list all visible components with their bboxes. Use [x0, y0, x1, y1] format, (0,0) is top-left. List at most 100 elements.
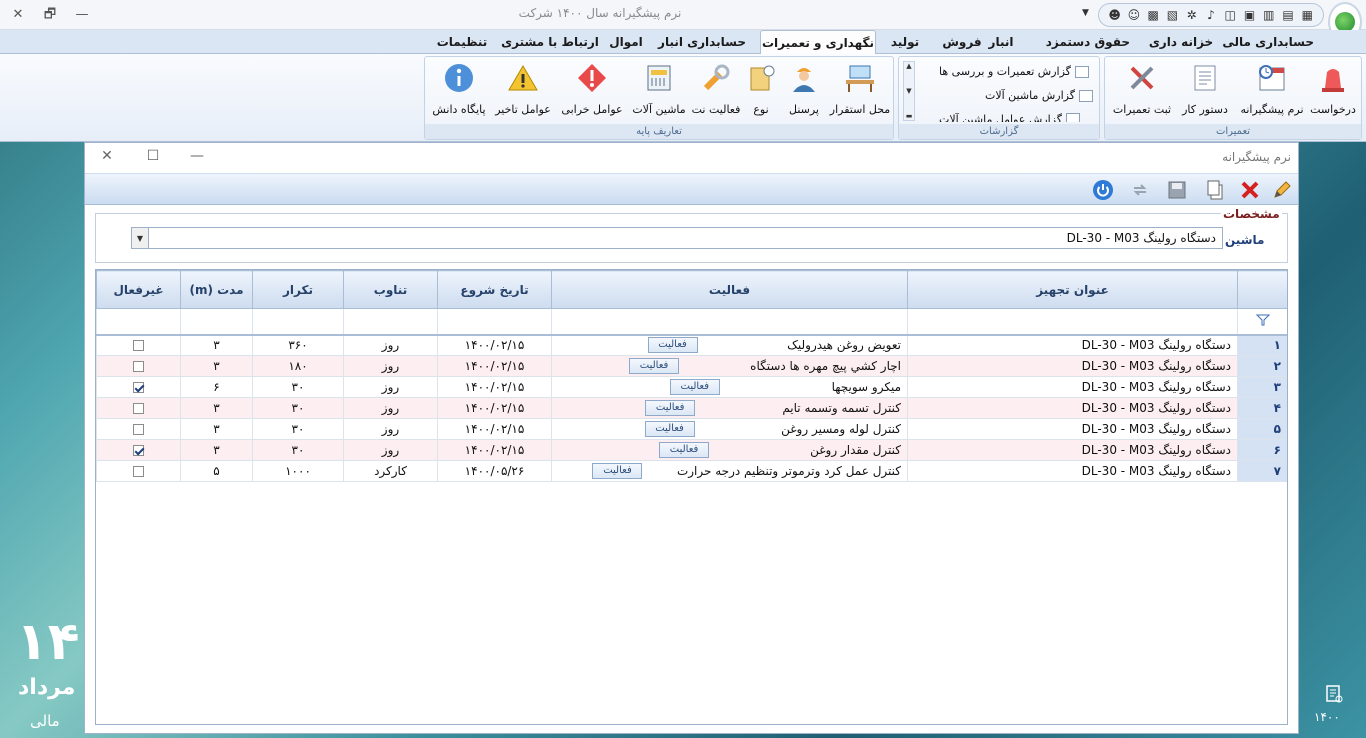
user-key-icon[interactable]: ☻: [1106, 6, 1124, 24]
location-button[interactable]: محل استقرار: [829, 61, 891, 123]
filter-cell[interactable]: [96, 308, 181, 336]
report-machine-factors-link[interactable]: گزارش عوامل ماشین آلات: [939, 113, 1080, 122]
copy-button[interactable]: [1203, 178, 1227, 202]
filter-icon[interactable]: [1237, 308, 1287, 336]
settings-icon[interactable]: ✲: [1183, 6, 1201, 24]
row-index: ۵: [1237, 418, 1287, 440]
tab-assets[interactable]: اموال: [604, 30, 648, 54]
column-header-start-date[interactable]: تاریخ شروع: [437, 270, 552, 309]
delay-factors-button[interactable]: عوامل تاخیر: [491, 61, 555, 123]
table-row[interactable]: ۱ دستگاه رولینگ DL-30 - M03 تعویض روغن هید…: [96, 334, 1287, 356]
personnel-button[interactable]: پرسنل: [781, 61, 827, 123]
maintenance-activity-button[interactable]: فعالیت نت: [691, 61, 741, 123]
tab-treasury[interactable]: خزانه داری: [1140, 30, 1222, 54]
table-row[interactable]: ۷ دستگاه رولینگ DL-30 - M03 کنترل عمل کرد …: [96, 460, 1287, 482]
activity-button[interactable]: فعالیت: [659, 442, 710, 458]
contact-icon[interactable]: ◫: [1221, 6, 1239, 24]
card-icon[interactable]: ▧: [1163, 6, 1181, 24]
activity-button[interactable]: فعالیت: [669, 379, 720, 395]
row-index: ۳: [1237, 376, 1287, 398]
activity-button[interactable]: فعالیت: [592, 463, 643, 479]
table-row[interactable]: ۲ دستگاه رولینگ DL-30 - M03 اچار کشي پیچ م…: [96, 355, 1287, 377]
close-button[interactable]: ✕: [8, 6, 28, 24]
row-index: ۲: [1237, 355, 1287, 377]
minimize-button[interactable]: —: [72, 6, 92, 24]
column-header-repeat[interactable]: تکرار: [252, 270, 344, 309]
worker-icon: [787, 61, 821, 95]
inactive-checkbox[interactable]: [133, 382, 144, 393]
window-close-button[interactable]: ✕: [97, 147, 117, 165]
tab-inventory-accounting[interactable]: حسابداری انبار: [650, 30, 754, 54]
delay-factors-label: عوامل تاخیر: [495, 103, 551, 116]
report-machines-link[interactable]: گزارش ماشین آلات: [985, 89, 1093, 102]
failure-factors-button[interactable]: عوامل خرابی: [557, 61, 627, 123]
tab-settings[interactable]: تنظیمات: [430, 30, 494, 54]
table-row[interactable]: ۴ دستگاه رولینگ DL-30 - M03 کنترل تسمه وتس…: [96, 397, 1287, 419]
bell-icon[interactable]: ♪: [1202, 6, 1220, 24]
inactive-checkbox[interactable]: [133, 361, 144, 372]
calculator-icon[interactable]: ▤: [1279, 6, 1297, 24]
window-maximize-button[interactable]: ☐: [143, 147, 163, 165]
inactive-checkbox[interactable]: [133, 403, 144, 414]
machine-icon: [642, 61, 676, 95]
table-row[interactable]: ۵ دستگاه رولینگ DL-30 - M03 کنترل لوله ومس…: [96, 418, 1287, 440]
inactive-checkbox[interactable]: [133, 340, 144, 352]
request-button[interactable]: درخواست: [1305, 61, 1361, 123]
save-button[interactable]: [1165, 178, 1189, 202]
filter-cell[interactable]: [180, 308, 253, 336]
knowledge-base-button[interactable]: پایگاه دانش: [429, 61, 489, 123]
machines-button[interactable]: ماشین آلات: [629, 61, 689, 123]
column-header-equipment[interactable]: عنوان تجهیز: [907, 270, 1238, 309]
chevron-down-icon[interactable]: ▼: [131, 227, 149, 249]
window-minimize-button[interactable]: —: [187, 147, 207, 165]
tab-production[interactable]: تولید: [880, 30, 930, 54]
work-order-button[interactable]: دستور کار: [1177, 61, 1233, 123]
column-header-activity[interactable]: فعالیت: [551, 270, 908, 309]
filter-cell[interactable]: [551, 308, 908, 336]
activity-button[interactable]: فعالیت: [629, 358, 680, 374]
tab-payroll[interactable]: حقوق دستمزد: [1046, 30, 1130, 54]
window-title: نرم پیشگیرانه: [1222, 150, 1291, 164]
user-search-icon[interactable]: ☺: [1125, 6, 1143, 24]
inactive-checkbox[interactable]: [133, 466, 144, 477]
activity-button[interactable]: فعالیت: [644, 421, 695, 437]
filter-cell[interactable]: [907, 308, 1238, 336]
refresh-button[interactable]: [1128, 178, 1152, 202]
report-repairs-link[interactable]: گزارش تعمیرات و بررسی ها: [939, 65, 1089, 78]
table-row[interactable]: ۶ دستگاه رولینگ DL-30 - M03 کنترل مقدار رو…: [96, 439, 1287, 461]
machine-select[interactable]: دستگاه رولینگ DL-30 - M03: [131, 227, 1223, 249]
activity-button[interactable]: فعالیت: [647, 337, 698, 354]
filter-cell[interactable]: [343, 308, 438, 336]
table-row[interactable]: ۳ دستگاه رولینگ DL-30 - M03 میکرو سویچها فع…: [96, 376, 1287, 398]
edit-button[interactable]: [1270, 178, 1294, 202]
filter-cell[interactable]: [437, 308, 552, 336]
column-header-inactive[interactable]: غیرفعال: [96, 270, 181, 309]
quick-access-dropdown-icon[interactable]: ▼: [1082, 8, 1089, 18]
inactive-checkbox[interactable]: [133, 445, 144, 456]
users-icon[interactable]: ▣: [1240, 6, 1258, 24]
grid-icon[interactable]: ▥: [1260, 6, 1278, 24]
delete-button[interactable]: [1238, 178, 1262, 202]
fiscal-year-icon[interactable]: [1324, 684, 1344, 704]
tab-maintenance[interactable]: نگهداری و تعمیرات: [760, 30, 876, 55]
restore-button[interactable]: 🗗: [40, 6, 60, 24]
calendar-icon[interactable]: ▦: [1298, 6, 1316, 24]
column-header-period[interactable]: تناوب: [343, 270, 438, 309]
power-icon: [1093, 180, 1113, 200]
register-repairs-button[interactable]: ثبت تعمیرات: [1109, 61, 1175, 123]
power-button[interactable]: [1091, 178, 1115, 202]
filter-cell[interactable]: [252, 308, 344, 336]
activity-button[interactable]: فعالیت: [645, 400, 696, 416]
tab-crm[interactable]: ارتباط با مشتری: [500, 30, 600, 54]
preventive-button[interactable]: نرم پیشگیرانه: [1237, 61, 1307, 123]
period-cell: روز: [343, 397, 438, 419]
type-button[interactable]: نوع: [743, 61, 779, 123]
report-icon: [1065, 113, 1080, 122]
keyboard-icon[interactable]: ▩: [1144, 6, 1162, 24]
inactive-checkbox[interactable]: [133, 424, 144, 435]
tab-sales[interactable]: فروش: [934, 30, 990, 54]
column-header-duration[interactable]: مدت (m): [180, 270, 253, 309]
reports-scrollbar[interactable]: ▲ ▼ ▬: [903, 61, 915, 121]
column-header-index[interactable]: [1237, 270, 1287, 309]
tab-financial-accounting[interactable]: حسابداری مالی: [1222, 30, 1314, 54]
